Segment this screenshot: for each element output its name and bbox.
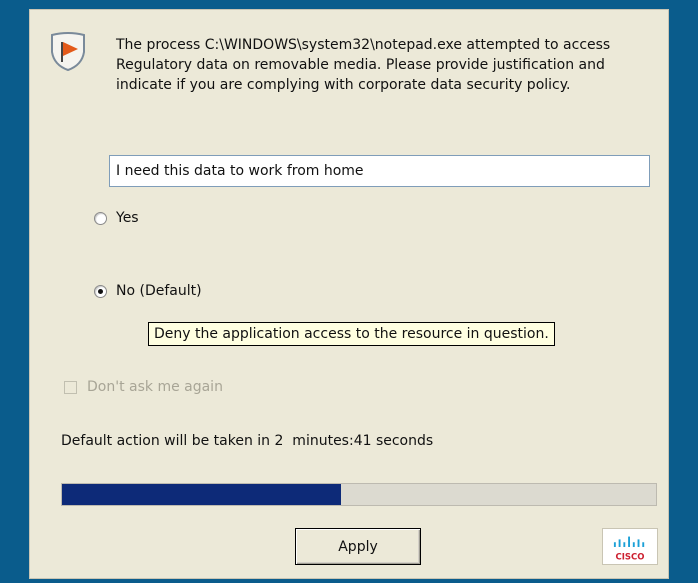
countdown-text: Default action will be taken in 2 minute…: [61, 433, 434, 449]
yes-radio[interactable]: [94, 211, 107, 225]
yes-label[interactable]: Yes: [116, 210, 139, 226]
apply-button[interactable]: Apply: [295, 528, 421, 565]
yes-option[interactable]: Yes: [94, 210, 139, 226]
progress-bar: [61, 483, 657, 506]
no-label[interactable]: No (Default): [116, 283, 202, 299]
no-option[interactable]: No (Default): [94, 283, 202, 299]
tooltip: Deny the application access to the resou…: [148, 322, 555, 346]
dont-ask-label: Don't ask me again: [87, 379, 223, 395]
dialog: The process C:\WINDOWS\system32\notepad.…: [29, 9, 669, 579]
shield-flag-icon: [51, 32, 85, 72]
no-radio[interactable]: [94, 284, 107, 298]
checkbox-box: [64, 380, 77, 394]
progress-fill: [62, 484, 342, 505]
dont-ask-checkbox: Don't ask me again: [64, 379, 223, 395]
justification-input[interactable]: [109, 155, 650, 187]
cisco-logo: CISCO: [602, 528, 658, 565]
cisco-text: CISCO: [616, 552, 645, 562]
message-text: The process C:\WINDOWS\system32\notepad.…: [116, 37, 611, 93]
